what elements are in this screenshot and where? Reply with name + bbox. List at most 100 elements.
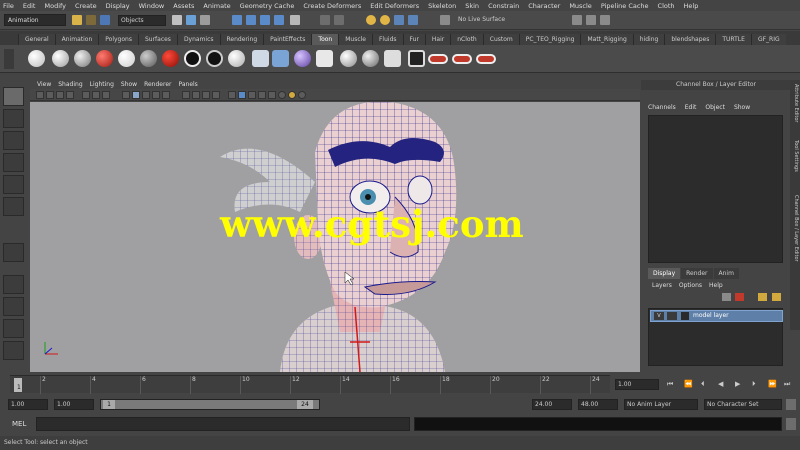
toon-shader-red-icon[interactable] <box>96 50 113 67</box>
cube-icon[interactable] <box>228 91 236 99</box>
shelf-tab-matt-rigging[interactable]: Matt_Rigging <box>580 34 633 45</box>
playback-end-field[interactable]: 24.00 <box>532 399 572 410</box>
layer-menu-help[interactable]: Help <box>709 282 723 289</box>
shelf-tab-rendering[interactable]: Rendering <box>219 34 264 45</box>
two-view-layout-icon[interactable] <box>3 319 24 338</box>
toon-offset-icon[interactable] <box>408 50 425 67</box>
shelf-menu-icon[interactable] <box>4 49 14 69</box>
menu-edit[interactable]: Edit <box>23 2 36 10</box>
menu-assets[interactable]: Assets <box>173 2 194 10</box>
cb-menu-edit[interactable]: Edit <box>685 104 697 114</box>
new-layer-from-selection-icon[interactable] <box>735 293 744 301</box>
image-plane-icon[interactable] <box>66 91 74 99</box>
scale-tool-icon[interactable] <box>3 197 24 216</box>
step-forward-key-icon[interactable]: ⏵ <box>752 380 756 389</box>
menu-skin[interactable]: Skin <box>465 2 479 10</box>
range-start-handle[interactable]: 1 <box>103 400 115 409</box>
move-tool-icon[interactable] <box>3 153 24 172</box>
menu-help[interactable]: Help <box>684 2 699 10</box>
toon-shader-light-icon[interactable] <box>52 50 69 67</box>
hypershade-icon[interactable] <box>408 15 418 25</box>
snap-curve-icon[interactable] <box>246 15 256 25</box>
toon-fill-icon[interactable] <box>228 50 245 67</box>
toon-crease-icon[interactable] <box>272 50 289 67</box>
shelf-tab-surfaces[interactable]: Surfaces <box>137 34 177 45</box>
select-hierarchy-icon[interactable] <box>172 15 182 25</box>
menu-constrain[interactable]: Constrain <box>488 2 519 10</box>
panel-menu-shading[interactable]: Shading <box>58 81 82 88</box>
go-to-end-icon[interactable]: ⏭ <box>784 380 790 389</box>
toon-shader-white-icon[interactable] <box>28 50 45 67</box>
range-slider[interactable]: 1 24 <box>100 399 320 410</box>
move-layer-down-icon[interactable] <box>772 293 781 301</box>
xray-icon[interactable] <box>192 91 200 99</box>
shadows-icon[interactable] <box>288 91 296 99</box>
save-scene-icon[interactable] <box>100 15 110 25</box>
playback-start-field[interactable]: 1.00 <box>54 399 94 410</box>
shelf-tab-muscle[interactable]: Muscle <box>338 34 372 45</box>
show-attribute-editor-icon[interactable] <box>572 15 582 25</box>
select-component-icon[interactable] <box>200 15 210 25</box>
toon-shader-dark-icon[interactable] <box>140 50 157 67</box>
cube-smooth-icon[interactable] <box>238 91 246 99</box>
toon-lips-3-icon[interactable] <box>476 54 496 64</box>
cb-menu-show[interactable]: Show <box>734 104 750 114</box>
step-forward-frame-icon[interactable]: ⏩ <box>768 380 777 388</box>
menu-pipeline-cache[interactable]: Pipeline Cache <box>601 2 649 10</box>
camera-icon[interactable] <box>36 91 44 99</box>
panel-menu-panels[interactable]: Panels <box>178 81 197 88</box>
use-lights-icon[interactable] <box>162 91 170 99</box>
new-layer-icon[interactable] <box>722 293 731 301</box>
auto-key-icon[interactable] <box>786 399 796 410</box>
depth-of-field-icon[interactable] <box>298 91 306 99</box>
panel-menu-lighting[interactable]: Lighting <box>90 81 114 88</box>
toon-pencil-icon[interactable] <box>316 50 333 67</box>
toon-lips-2-icon[interactable] <box>452 54 472 64</box>
panel-menu-show[interactable]: Show <box>121 81 137 88</box>
history-icon[interactable] <box>320 15 330 25</box>
shelf-tab-animation[interactable]: Animation <box>54 34 99 45</box>
layer-tab-display[interactable]: Display <box>648 268 681 279</box>
shelf-tab-blendshapes[interactable]: blendshapes <box>664 34 716 45</box>
selection-mask-field[interactable]: Objects <box>118 15 166 26</box>
menu-window[interactable]: Window <box>139 2 165 10</box>
show-tool-settings-icon[interactable] <box>586 15 596 25</box>
camera-attributes-icon[interactable] <box>46 91 54 99</box>
single-perspective-layout-icon[interactable] <box>3 275 24 294</box>
go-to-start-icon[interactable]: ⏮ <box>667 380 673 389</box>
four-view-layout-icon[interactable] <box>3 297 24 316</box>
new-scene-icon[interactable] <box>72 15 82 25</box>
current-frame-field[interactable]: 1.00 <box>615 379 659 390</box>
menu-file[interactable]: File <box>3 2 14 10</box>
step-back-frame-icon[interactable]: ⏪ <box>684 380 693 388</box>
bookmark-icon[interactable] <box>56 91 64 99</box>
layer-color-swatch[interactable] <box>681 312 689 320</box>
joint-tool-icon[interactable] <box>3 243 24 262</box>
wireframe-on-shaded-icon[interactable] <box>142 91 150 99</box>
shelf-tab-general[interactable]: General <box>18 34 55 45</box>
outliner-layout-icon[interactable] <box>3 341 24 360</box>
animation-end-field[interactable]: 48.00 <box>578 399 618 410</box>
toon-lips-icon[interactable] <box>428 54 448 64</box>
shelf-tab-turtle[interactable]: TURTLE <box>715 34 751 45</box>
toon-line-icon[interactable] <box>384 50 401 67</box>
xray-components-icon[interactable] <box>212 91 220 99</box>
toon-outline-thick-icon[interactable] <box>206 50 223 67</box>
render-settings-icon[interactable] <box>394 15 404 25</box>
motion-blur-icon[interactable] <box>278 91 286 99</box>
panel-menu-renderer[interactable]: Renderer <box>144 81 171 88</box>
snap-grid-icon[interactable] <box>232 15 242 25</box>
shelf-tab-fluids[interactable]: Fluids <box>371 34 403 45</box>
snap-view-plane-icon[interactable] <box>274 15 284 25</box>
wireframe-icon[interactable] <box>122 91 130 99</box>
shelf-tab-dynamics[interactable]: Dynamics <box>176 34 220 45</box>
cube-ortho-icon[interactable] <box>258 91 266 99</box>
panel-menu-view[interactable]: View <box>37 81 51 88</box>
play-forwards-icon[interactable]: ▶ <box>735 380 740 388</box>
grid-icon[interactable] <box>82 91 90 99</box>
rotate-tool-icon[interactable] <box>3 175 24 194</box>
shelf-tab-pc-teo-rigging[interactable]: PC_TEO_Rigging <box>518 34 581 45</box>
menu-edit-deformers[interactable]: Edit Deformers <box>370 2 419 10</box>
snap-point-icon[interactable] <box>260 15 270 25</box>
side-tab-attribute-editor[interactable]: Attribute Editor <box>791 84 799 122</box>
